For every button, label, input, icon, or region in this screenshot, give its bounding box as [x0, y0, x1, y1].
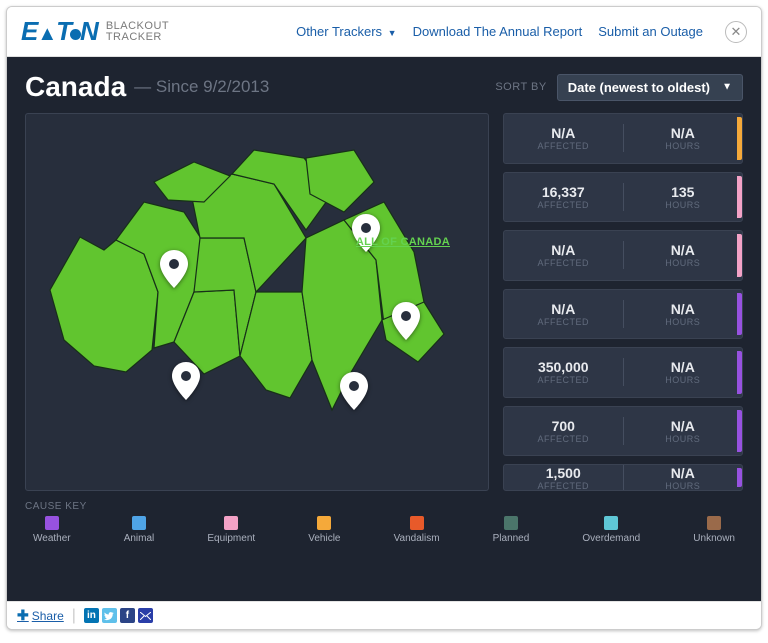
cause-name: Vandalism: [394, 533, 440, 544]
stat-affected: N/AAFFECTED: [504, 242, 623, 268]
sort-group: SORT BY Date (newest to oldest) ▼: [495, 74, 743, 101]
cause-item[interactable]: Animal: [124, 516, 155, 544]
cause-key-items: Weather Animal Equipment Vehicle Vandalism Pl…: [25, 516, 743, 544]
cause-swatch: [132, 516, 146, 530]
chevron-down-icon: ▼: [388, 28, 397, 38]
cause-swatch: [317, 516, 331, 530]
facebook-icon[interactable]: f: [120, 608, 135, 623]
cause-item[interactable]: Planned: [493, 516, 530, 544]
cause-stripe: [737, 117, 742, 160]
stats-list[interactable]: N/AAFFECTEDN/AHOURS16,337AFFECTED135HOUR…: [503, 113, 743, 491]
twitter-icon[interactable]: [102, 608, 117, 623]
cause-item[interactable]: Weather: [33, 516, 71, 544]
cause-item[interactable]: Unknown: [693, 516, 735, 544]
cause-name: Overdemand: [582, 533, 640, 544]
since-label: — Since 9/2/2013: [134, 77, 269, 97]
linkedin-icon[interactable]: in: [84, 608, 99, 623]
cause-name: Planned: [493, 533, 530, 544]
bottom-bar: ✚ Share | in f: [7, 601, 761, 629]
submit-outage-link[interactable]: Submit an Outage: [598, 24, 703, 39]
page-title: Canada: [25, 71, 126, 103]
stat-hours: N/AHOURS: [624, 301, 743, 327]
close-icon[interactable]: ✕: [725, 21, 747, 43]
stat-hours: N/AHOURS: [624, 359, 743, 385]
cause-item[interactable]: Overdemand: [582, 516, 640, 544]
cause-stripe: [737, 234, 742, 277]
stat-hours: N/AHOURS: [624, 125, 743, 151]
top-nav: Other Trackers ▼ Download The Annual Rep…: [296, 21, 747, 43]
cause-name: Equipment: [207, 533, 255, 544]
cause-stripe: [737, 468, 742, 487]
cause-item[interactable]: Vandalism: [394, 516, 440, 544]
sort-select[interactable]: Date (newest to oldest) ▼: [557, 74, 743, 101]
sort-by-label: SORT BY: [495, 81, 546, 93]
stat-card[interactable]: N/AAFFECTEDN/AHOURS: [503, 113, 743, 164]
stat-hours: 135HOURS: [624, 184, 743, 210]
header-bar: E▲TN BLACKOUT TRACKER Other Trackers ▼ D…: [7, 7, 761, 57]
stat-affected: N/AAFFECTED: [504, 301, 623, 327]
cause-name: Unknown: [693, 533, 735, 544]
cause-swatch: [604, 516, 618, 530]
stat-affected: 1,500AFFECTED: [504, 465, 623, 491]
cause-stripe: [737, 293, 742, 336]
email-icon[interactable]: [138, 608, 153, 623]
stat-card[interactable]: 1,500AFFECTEDN/AHOURS: [503, 464, 743, 491]
canada-map[interactable]: [44, 142, 464, 462]
cause-name: Weather: [33, 533, 71, 544]
stat-hours: N/AHOURS: [624, 242, 743, 268]
social-row: in f: [84, 608, 153, 623]
stat-card[interactable]: N/AAFFECTEDN/AHOURS: [503, 230, 743, 281]
stat-card[interactable]: N/AAFFECTEDN/AHOURS: [503, 289, 743, 340]
stat-card[interactable]: 700AFFECTEDN/AHOURS: [503, 406, 743, 457]
logo[interactable]: E▲TN BLACKOUT TRACKER: [21, 16, 169, 47]
stat-hours: N/AHOURS: [624, 465, 743, 491]
main-panel: Canada — Since 9/2/2013 SORT BY Date (ne…: [7, 57, 761, 601]
stat-affected: 16,337AFFECTED: [504, 184, 623, 210]
cause-item[interactable]: Vehicle: [308, 516, 340, 544]
download-report-link[interactable]: Download The Annual Report: [413, 24, 583, 39]
cause-item[interactable]: Equipment: [207, 516, 255, 544]
stat-card[interactable]: 350,000AFFECTEDN/AHOURS: [503, 347, 743, 398]
stat-card[interactable]: 16,337AFFECTED135HOURS: [503, 172, 743, 223]
all-of-canada-link[interactable]: ALL OF CANADA: [356, 236, 450, 248]
share-button[interactable]: ✚ Share: [17, 607, 64, 624]
cause-stripe: [737, 176, 742, 219]
cause-swatch: [224, 516, 238, 530]
cause-key-title: CAUSE KEY: [25, 501, 743, 512]
logo-mark: E▲TN: [21, 16, 98, 47]
cause-stripe: [737, 351, 742, 394]
plus-icon: ✚: [17, 607, 29, 624]
cause-key: CAUSE KEY Weather Animal Equipment Vehicle V…: [7, 491, 761, 544]
content-row: ALL OF CANADA N/AAFFECTEDN/AHOURS16,337A…: [7, 113, 761, 491]
stat-affected: N/AAFFECTED: [504, 125, 623, 151]
logo-subtitle: BLACKOUT TRACKER: [106, 21, 169, 43]
app-frame: E▲TN BLACKOUT TRACKER Other Trackers ▼ D…: [6, 6, 762, 630]
cause-swatch: [707, 516, 721, 530]
stat-hours: N/AHOURS: [624, 418, 743, 444]
cause-swatch: [410, 516, 424, 530]
stat-affected: 350,000AFFECTED: [504, 359, 623, 385]
cause-swatch: [504, 516, 518, 530]
cause-name: Vehicle: [308, 533, 340, 544]
map-panel[interactable]: ALL OF CANADA: [25, 113, 489, 491]
title-row: Canada — Since 9/2/2013 SORT BY Date (ne…: [7, 57, 761, 113]
cause-swatch: [45, 516, 59, 530]
other-trackers-link[interactable]: Other Trackers ▼: [296, 24, 397, 39]
cause-name: Animal: [124, 533, 155, 544]
stat-affected: 700AFFECTED: [504, 418, 623, 444]
cause-stripe: [737, 410, 742, 453]
chevron-down-icon: ▼: [722, 82, 732, 93]
